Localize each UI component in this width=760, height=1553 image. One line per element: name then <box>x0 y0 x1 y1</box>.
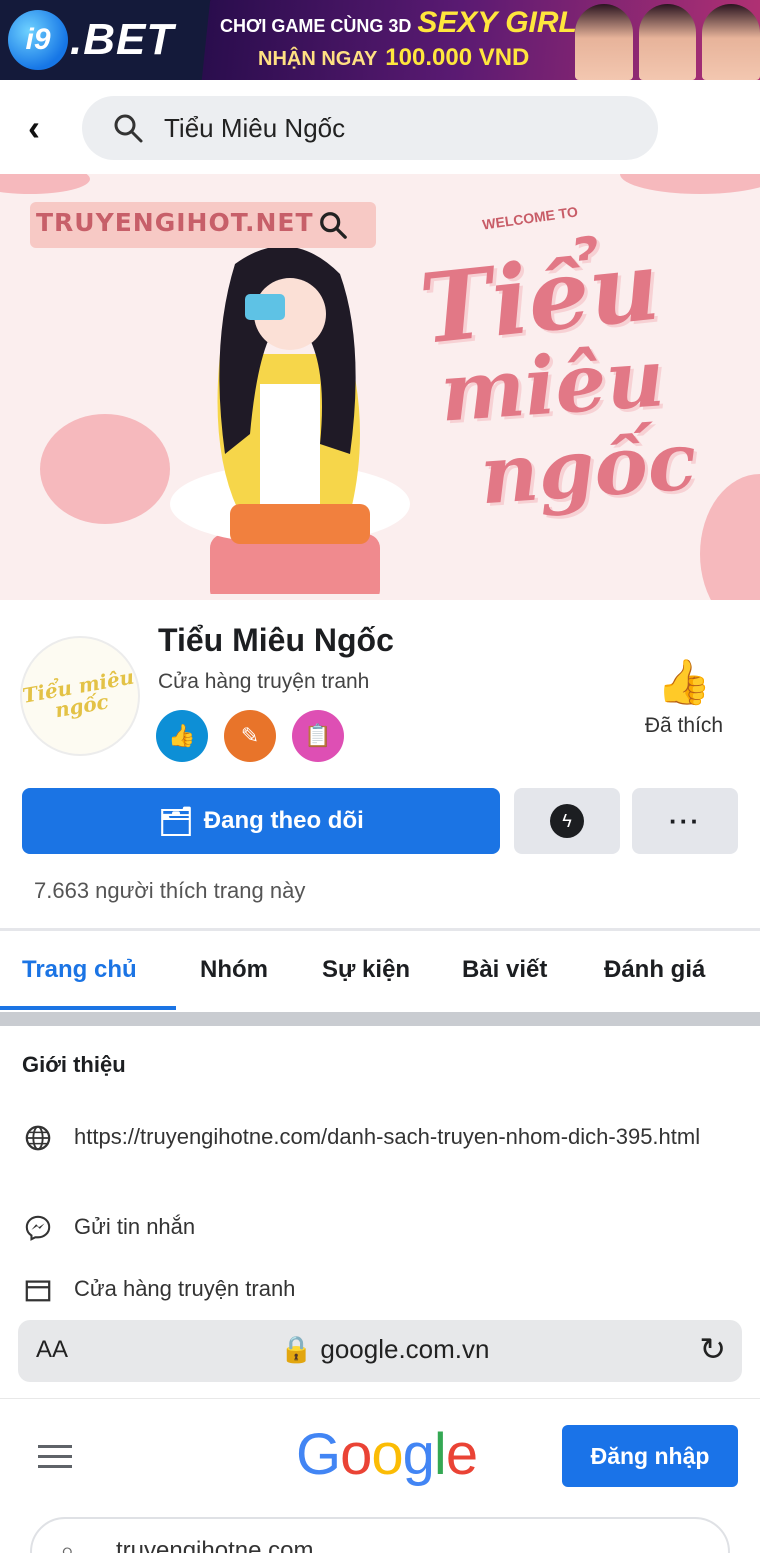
ad-headline-big: SEXY GIRL <box>417 6 577 39</box>
liked-button[interactable]: 👍 Đã thích <box>624 658 744 738</box>
globe-icon <box>22 1122 54 1154</box>
chevron-left-icon[interactable]: ‹ <box>28 108 40 148</box>
tab-groups[interactable]: Nhóm <box>200 956 268 984</box>
follow-button[interactable]: 🗂 Đang theo dõi <box>22 788 500 854</box>
tab-events[interactable]: Sự kiện <box>322 956 410 984</box>
ad-figure <box>575 4 633 80</box>
section-divider <box>0 1012 760 1026</box>
cover-decoration <box>620 174 760 194</box>
page-badges: 👍 ✎ 📋 <box>156 710 344 762</box>
avatar[interactable]: Tiểu miêu ngốc <box>20 636 140 756</box>
facebook-top-bar: ‹ Tiểu Miêu Ngốc <box>0 84 760 174</box>
cover-welcome: WELCOME TO <box>481 203 579 233</box>
search-icon: ⌕ <box>60 1535 75 1553</box>
search-query: Tiểu Miêu Ngốc <box>164 112 346 143</box>
liked-label: Đã thích <box>644 714 724 737</box>
page-title: Tiểu Miêu Ngốc <box>158 622 394 658</box>
intro-title: Giới thiệu <box>22 1052 126 1077</box>
ad-subline-small: NHẬN NGAY <box>258 48 378 70</box>
website-link[interactable]: https://truyengihotne.com/danh-sach-truy… <box>74 1122 714 1152</box>
ad-figure <box>638 4 697 80</box>
ad-logo-text: .BET <box>70 15 175 64</box>
intro-section: Giới thiệu https://truyengihotne.com/dan… <box>0 1026 760 1320</box>
google-search-input[interactable]: ⌕ truyengihotne.com <box>30 1517 730 1553</box>
sign-in-button[interactable]: Đăng nhập <box>562 1425 738 1487</box>
intro-website-row[interactable]: https://truyengihotne.com/danh-sach-truy… <box>22 1122 714 1154</box>
ad-figure <box>702 4 760 80</box>
tab-home[interactable]: Trang chủ <box>22 956 137 984</box>
ad-subline: NHẬN NGAY 100.000 VND <box>258 44 529 72</box>
cover-title: Tiểu miêu ngốc <box>415 229 750 523</box>
intro-category-row: Cửa hàng truyện tranh <box>22 1274 714 1306</box>
category-text: Cửa hàng truyện tranh <box>74 1276 296 1301</box>
ad-illustration <box>575 4 760 80</box>
google-logo[interactable]: Google <box>296 1421 478 1488</box>
cover-photo[interactable]: TRUYENGIHOT.NET WELCOME TO Tiểu miêu ngố… <box>0 174 760 600</box>
clipboard-badge-icon[interactable]: 📋 <box>292 710 344 762</box>
page-tabs: Trang chủ Nhóm Sự kiện Bài viết Đánh giá <box>0 932 760 1012</box>
google-search-value: truyengihotne.com <box>116 1537 314 1553</box>
divider <box>0 928 760 931</box>
following-icon: 🗂 <box>158 805 194 837</box>
google-page: Google Đăng nhập ⌕ truyengihotne.com <box>0 1398 760 1553</box>
cover-title-line: ngốc <box>477 413 700 523</box>
lock-icon: 🔒 <box>280 1334 313 1364</box>
ad-subline-big: 100.000 VND <box>385 44 530 71</box>
ad-headline-small: CHƠI GAME CÙNG 3D <box>220 16 412 36</box>
pencil-badge-icon[interactable]: ✎ <box>224 710 276 762</box>
thumbs-up-icon: 👍 <box>656 658 712 707</box>
search-icon <box>114 114 143 143</box>
ad-logo: i9 .BET <box>0 0 210 80</box>
likes-count: 7.663 người thích trang này <box>34 878 306 903</box>
search-icon <box>318 210 348 247</box>
active-tab-indicator <box>0 1006 176 1010</box>
reload-icon[interactable]: ↻ <box>699 1330 726 1368</box>
page-profile: Tiểu miêu ngốc Tiểu Miêu Ngốc Cửa hàng t… <box>0 600 760 930</box>
messenger-icon <box>22 1212 54 1244</box>
tab-posts[interactable]: Bài viết <box>462 956 547 984</box>
cover-decoration <box>0 174 90 194</box>
text-size-button[interactable]: AA <box>36 1336 68 1364</box>
like-badge-icon[interactable]: 👍 <box>156 710 208 762</box>
page-category: Cửa hàng truyện tranh <box>158 670 370 693</box>
cover-brand: TRUYENGIHOT.NET <box>36 208 314 237</box>
browser-address-bar[interactable]: AA 🔒 google.com.vn ↻ <box>18 1320 742 1382</box>
shop-icon <box>22 1274 54 1306</box>
intro-message-row[interactable]: Gửi tin nhắn <box>22 1212 714 1244</box>
cover-illustration <box>170 246 410 594</box>
messenger-button[interactable]: ϟ <box>514 788 620 854</box>
send-message-link[interactable]: Gửi tin nhắn <box>74 1212 714 1242</box>
more-button[interactable]: ··· <box>632 788 738 854</box>
address-url: google.com.vn <box>320 1334 490 1364</box>
hamburger-menu-icon[interactable] <box>38 1445 72 1475</box>
search-input[interactable]: Tiểu Miêu Ngốc <box>82 96 658 160</box>
messenger-icon: ϟ <box>550 804 584 838</box>
ad-headline: CHƠI GAME CÙNG 3D SEXY GIRL <box>220 6 577 40</box>
avatar-logo: Tiểu miêu ngốc <box>20 664 136 723</box>
tab-reviews[interactable]: Đánh giá <box>604 956 705 984</box>
ad-banner[interactable]: i9 .BET CHƠI GAME CÙNG 3D SEXY GIRL NHẬN … <box>0 0 760 80</box>
address-field[interactable]: 🔒 google.com.vn <box>280 1334 489 1365</box>
follow-label: Đang theo dõi <box>203 807 364 834</box>
ad-logo-badge: i9 <box>8 10 68 70</box>
